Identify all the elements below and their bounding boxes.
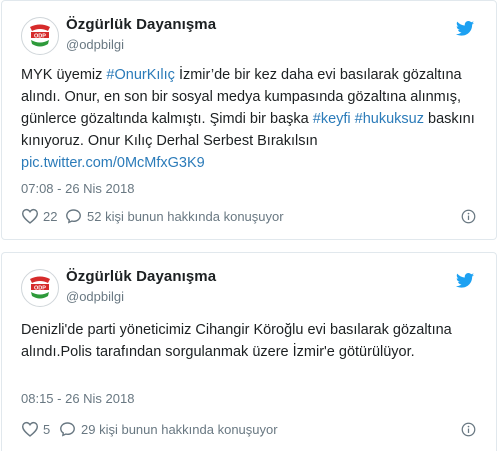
avatar[interactable]: ODP — [21, 17, 59, 55]
tweet-actions: 5 29 kişi bunun hakkında konuşuyor — [21, 421, 476, 441]
twitter-bird-icon[interactable] — [456, 21, 474, 36]
conversation-count-text: 52 kişi bunun hakkında konuşuyor — [87, 208, 284, 224]
tweet-text: MYK üyemiz #OnurKılıç İzmir’de bir kez d… — [21, 64, 478, 174]
author-handle[interactable]: @odpbilgi — [66, 37, 124, 52]
tweet-text: Denizli'de parti yöneticimiz Cihangir Kö… — [21, 319, 478, 363]
conversation-link[interactable]: 52 kişi bunun hakkında konuşuyor — [65, 208, 284, 224]
timestamp-link[interactable]: 07:08 - 26 Nis 2018 — [21, 181, 134, 196]
odp-logo-icon: ODP — [30, 276, 50, 299]
info-icon[interactable] — [461, 209, 476, 224]
author-name[interactable]: Özgürlük Dayanışma — [66, 268, 216, 285]
author-handle[interactable]: @odpbilgi — [66, 289, 124, 304]
like-count: 22 — [43, 208, 58, 224]
like-button[interactable]: 22 — [21, 208, 57, 224]
tweet-card: ODP Özgürlük Dayanışma @odpbilgi MYK üye… — [1, 0, 497, 240]
avatar[interactable]: ODP — [21, 269, 59, 307]
conversation-count-text: 29 kişi bunun hakkında konuşuyor — [81, 421, 278, 437]
timestamp-link[interactable]: 08:15 - 26 Nis 2018 — [21, 391, 134, 406]
odp-logo-icon: ODP — [30, 24, 50, 47]
heart-icon — [21, 208, 39, 224]
svg-text:ODP: ODP — [34, 285, 46, 291]
reply-bubble-icon — [66, 209, 81, 224]
reply-bubble-icon — [60, 422, 75, 437]
author-name[interactable]: Özgürlük Dayanışma — [66, 16, 216, 33]
like-count: 5 — [43, 421, 51, 437]
svg-text:ODP: ODP — [34, 33, 46, 39]
text-segment: Denizli'de parti yöneticimiz Cihangir Kö… — [21, 322, 452, 360]
tweet-actions: 22 52 kişi bunun hakkında konuşuyor — [21, 208, 476, 228]
hashtag-link[interactable]: #keyfi — [313, 111, 351, 127]
twitter-bird-icon[interactable] — [456, 273, 474, 288]
text-segment: MYK üyemiz — [21, 67, 107, 83]
info-icon[interactable] — [461, 422, 476, 437]
tweet-card: ODP Özgürlük Dayanışma @odpbilgi Denizli… — [1, 252, 497, 451]
hashtag-link[interactable]: #hukuksuz — [355, 111, 424, 127]
media-link[interactable]: pic.twitter.com/0McMfxG3K9 — [21, 155, 205, 171]
hashtag-link[interactable]: #OnurKılıç — [106, 67, 175, 83]
conversation-link[interactable]: 29 kişi bunun hakkında konuşuyor — [59, 421, 278, 437]
like-button[interactable]: 5 — [21, 421, 50, 437]
heart-icon — [21, 421, 39, 437]
